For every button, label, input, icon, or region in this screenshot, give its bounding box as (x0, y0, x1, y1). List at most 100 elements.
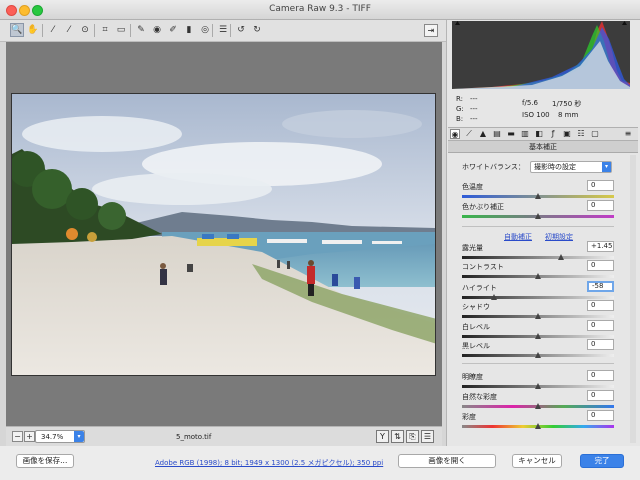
toolbar-separator (42, 24, 43, 37)
slider-value-input[interactable]: 0 (587, 320, 614, 331)
lens-corrections-icon[interactable]: ▥ (520, 129, 530, 139)
slider-thumb[interactable] (535, 383, 541, 389)
slider-label: 露光量 (462, 244, 483, 252)
b-value: --- (470, 115, 478, 123)
hsl-icon[interactable]: ▤ (492, 129, 502, 139)
default-link[interactable]: 初期設定 (545, 232, 573, 242)
slider-label: コントラスト (462, 263, 504, 271)
panel-header: 基本補正 (448, 141, 638, 153)
highlight-clipping-icon (622, 21, 627, 25)
zoom-in-button[interactable]: + (24, 431, 35, 442)
zoom-out-button[interactable]: − (12, 431, 23, 442)
shadow-clipping-icon (455, 21, 460, 25)
spot-removal-tool-icon[interactable]: ✎ (134, 23, 148, 37)
fx-icon[interactable]: ƒ (548, 129, 558, 139)
targeted-adjustment-tool-icon[interactable]: ⊙ (78, 23, 92, 37)
adjustment-brush-icon[interactable]: ✐ (166, 23, 180, 37)
hand-tool-icon[interactable]: ✋ (26, 23, 40, 37)
rotate-cw-icon[interactable]: ↻ (250, 23, 264, 37)
slider-track[interactable] (462, 256, 614, 259)
slider-value-input[interactable]: +1.45 (587, 241, 614, 252)
camera-info: R: --- G: --- B: --- f/5.6 1/750 秒 ISO 1… (452, 89, 630, 125)
b-label: B: (456, 115, 464, 123)
straighten-tool-icon[interactable]: ▭ (114, 23, 128, 37)
auto-link[interactable]: 自動補正 (504, 232, 532, 242)
slider-value-input[interactable]: 0 (587, 390, 614, 401)
chevron-down-icon: ▾ (602, 162, 611, 172)
slider-thumb[interactable] (535, 352, 541, 358)
focal-length-value: 8 mm (558, 111, 579, 119)
slider-value-input[interactable]: 0 (587, 260, 614, 271)
tool-bar: 🔍 ✋ ⁄ ⁄ ⊙ ⌗ ▭ ✎ ◉ ✐ ▮ ◎ ☰ ↺ ↻ (0, 20, 446, 42)
divider (462, 363, 614, 364)
white-balance-tool-icon[interactable]: ⁄ (46, 23, 60, 37)
preview-preferences-icon[interactable]: ☰ (421, 430, 434, 443)
slider-label: シャドウ (462, 303, 490, 311)
panel-menu-icon[interactable]: ≡ (623, 129, 633, 139)
graduated-filter-icon[interactable]: ▮ (182, 23, 196, 37)
slider-value-input[interactable]: 0 (587, 180, 614, 191)
slider-value-input[interactable]: 0 (587, 370, 614, 381)
red-eye-tool-icon[interactable]: ◉ (150, 23, 164, 37)
open-image-button[interactable]: 画像を開く (398, 454, 496, 468)
slider-label: 黒レベル (462, 342, 490, 350)
slider-value-input[interactable]: 0 (587, 339, 614, 350)
preview-image[interactable] (11, 93, 436, 376)
slider-track[interactable] (462, 296, 614, 299)
slider-thumb[interactable] (535, 403, 541, 409)
slider-label: 白レベル (462, 323, 490, 331)
panel-tabs: ◉ ⟋ ▲ ▤ ▬ ▥ ◧ ƒ ▣ ☷ ▢ ≡ (448, 127, 638, 141)
cancel-button[interactable]: キャンセル (512, 454, 562, 468)
slider-value-input[interactable]: 0 (587, 300, 614, 311)
color-sampler-tool-icon[interactable]: ⁄ (62, 23, 76, 37)
g-value: --- (470, 105, 478, 113)
white-balance-label: ホワイトバランス： (462, 163, 525, 171)
detail-icon[interactable]: ▲ (478, 129, 488, 139)
done-button[interactable]: 完了 (580, 454, 624, 468)
window-title: Camera Raw 9.3 - TIFF (269, 4, 371, 14)
iso-value: ISO 100 (522, 111, 550, 119)
slider-thumb[interactable] (535, 313, 541, 319)
fullscreen-toggle-icon[interactable]: ⇥ (424, 24, 438, 37)
panel-scrollbar[interactable] (630, 155, 636, 443)
tone-curve-icon[interactable]: ⟋ (464, 129, 474, 139)
workflow-options-link[interactable]: Adobe RGB (1998); 8 bit; 1949 x 1300 (2.… (155, 458, 383, 468)
preferences-icon[interactable]: ☰ (216, 23, 230, 37)
snapshots-icon[interactable]: ▢ (590, 129, 600, 139)
slider-thumb[interactable] (535, 423, 541, 429)
zoom-tool-icon[interactable]: 🔍 (10, 23, 24, 37)
zoom-level-select[interactable]: 34.7% ▾ (35, 430, 85, 443)
toolbar-separator (230, 24, 231, 37)
crop-tool-icon[interactable]: ⌗ (98, 23, 112, 37)
beach-photo (12, 94, 435, 375)
title-bar: Camera Raw 9.3 - TIFF (0, 0, 640, 20)
slider-thumb[interactable] (557, 254, 564, 260)
slider-thumb[interactable] (535, 273, 541, 279)
swap-settings-icon[interactable]: ⇅ (391, 430, 404, 443)
before-after-y-icon[interactable]: Y (376, 430, 389, 443)
toolbar-separator (130, 24, 131, 37)
camera-calibration-icon[interactable]: ▣ (562, 129, 572, 139)
slider-label: 明瞭度 (462, 373, 483, 381)
presets-icon[interactable]: ☷ (576, 129, 586, 139)
white-balance-select[interactable]: 撮影時の設定 ▾ (530, 161, 612, 173)
r-value: --- (470, 95, 478, 103)
divider (462, 226, 614, 227)
slider-thumb[interactable] (535, 193, 541, 199)
white-balance-value: 撮影時の設定 (534, 163, 576, 171)
basic-panel-icon[interactable]: ◉ (450, 129, 460, 139)
radial-filter-icon[interactable]: ◎ (198, 23, 212, 37)
panel-title: 基本補正 (529, 143, 557, 151)
split-toning-icon[interactable]: ▬ (506, 129, 516, 139)
effects-icon[interactable]: ◧ (534, 129, 544, 139)
slider-value-input[interactable]: 0 (587, 200, 614, 211)
copy-settings-icon[interactable]: ⎘ (406, 430, 419, 443)
slider-value-input[interactable]: 0 (587, 410, 614, 421)
slider-value-input[interactable]: -58 (587, 281, 614, 292)
g-label: G: (456, 105, 464, 113)
slider-thumb[interactable] (535, 333, 541, 339)
rotate-ccw-icon[interactable]: ↺ (234, 23, 248, 37)
slider-thumb[interactable] (490, 294, 497, 300)
slider-thumb[interactable] (535, 213, 541, 219)
save-image-button[interactable]: 画像を保存... (16, 454, 74, 468)
